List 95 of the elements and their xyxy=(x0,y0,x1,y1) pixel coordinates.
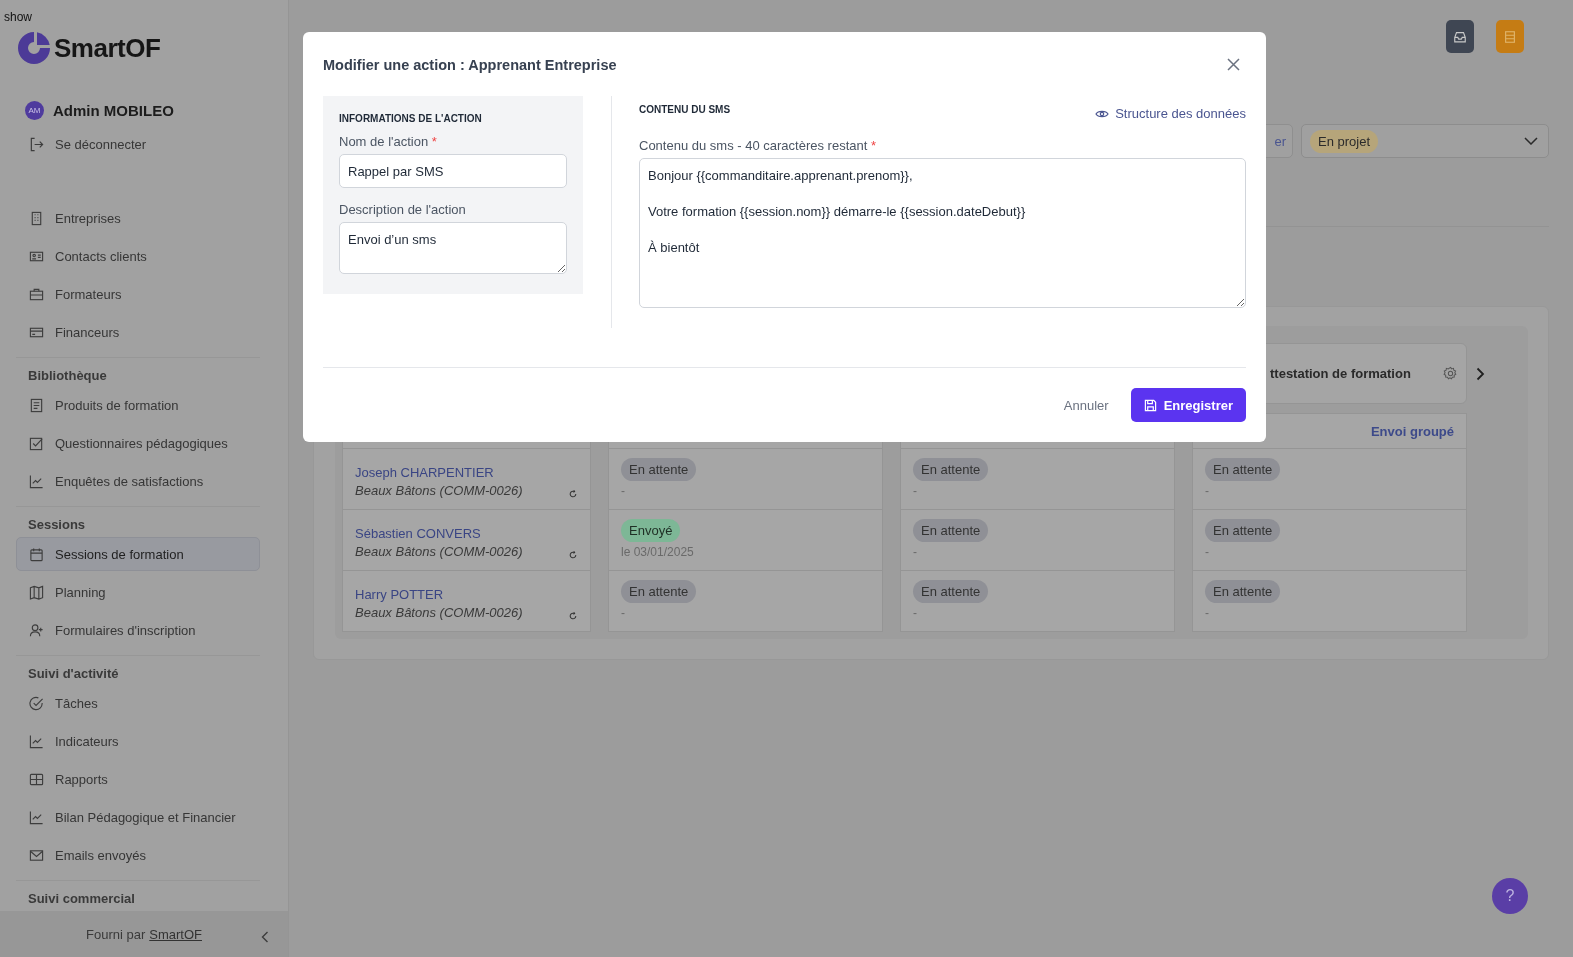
status-badge: Envoyé xyxy=(621,519,681,542)
status-date: - xyxy=(621,484,625,498)
data-structure-link[interactable]: Structure des données xyxy=(1095,106,1246,121)
nav-item[interactable]: Formulaires d'inscription xyxy=(16,613,260,647)
list-icon xyxy=(1503,29,1517,44)
mail-icon xyxy=(29,847,44,863)
company-name: Beaux Bâtons (COMM-0026) xyxy=(355,544,523,559)
group-send-link[interactable]: Envoi groupé xyxy=(1370,423,1454,439)
nav-item[interactable]: Emails envoyés xyxy=(16,838,260,872)
logout-icon xyxy=(29,136,44,152)
eye-icon xyxy=(1095,108,1110,119)
status-badge: En attente xyxy=(913,458,989,481)
status-badge: En projet xyxy=(1310,129,1379,153)
briefcase-icon xyxy=(29,286,44,302)
cancel-button[interactable]: Annuler xyxy=(1057,388,1115,422)
save-button[interactable]: Enregistrer xyxy=(1130,388,1246,422)
refresh-icon[interactable] xyxy=(569,551,577,559)
user-avatar: AM xyxy=(25,101,44,120)
company-name: Beaux Bâtons (COMM-0026) xyxy=(355,483,523,498)
inbox-icon xyxy=(1453,29,1467,44)
company-name: Beaux Bâtons (COMM-0026) xyxy=(355,605,523,620)
chevron-right-icon[interactable] xyxy=(1476,367,1485,381)
status-badge: En attente xyxy=(1205,458,1281,481)
inbox-button[interactable] xyxy=(1446,20,1474,53)
sms-content-field[interactable]: Bonjour {{commanditaire.apprenant.prenom}}, Votre formation {{session.nom}} démarre-le {{session.dateDebut}} À bientôt xyxy=(639,158,1246,308)
footer-link[interactable]: SmartOF xyxy=(149,926,202,942)
document-icon xyxy=(29,397,44,413)
column-title: ttestation de formation xyxy=(1270,366,1411,381)
section-title: Suivi d'activité xyxy=(27,665,120,683)
logout-link[interactable]: Se déconnecter xyxy=(16,127,260,161)
status-date: - xyxy=(1205,484,1209,498)
nav-item[interactable]: Planning xyxy=(16,575,260,609)
nav-item[interactable]: Formateurs xyxy=(16,277,260,311)
nav-item[interactable]: Financeurs xyxy=(16,315,260,349)
close-icon[interactable] xyxy=(1227,57,1240,71)
nav-item[interactable]: Enquêtes de satisfactions xyxy=(16,464,260,498)
nav-item[interactable]: Tâches xyxy=(16,686,260,720)
nav-item[interactable]: Rapports xyxy=(16,762,260,796)
check-circle-icon xyxy=(29,695,44,711)
refresh-icon[interactable] xyxy=(569,490,577,498)
building-icon xyxy=(29,210,44,226)
status-date: - xyxy=(913,545,917,559)
status-select[interactable]: En projet xyxy=(1301,124,1549,158)
refresh-icon[interactable] xyxy=(569,612,577,620)
user-name: Admin MOBILEO xyxy=(53,102,174,119)
chevron-left-icon[interactable] xyxy=(260,930,270,944)
field-label: Contenu du sms - 40 caractères restant * xyxy=(639,138,877,153)
input-field[interactable]: Rappel par SMS xyxy=(339,154,567,188)
description-field[interactable]: Envoi d’un sms xyxy=(339,222,567,274)
field-label: Description de l'action xyxy=(339,202,467,217)
map-icon xyxy=(29,584,44,600)
section-heading: CONTENU DU SMS xyxy=(639,104,731,115)
status-date: - xyxy=(621,606,625,620)
save-icon xyxy=(1143,398,1157,412)
section-title: Suivi commercial xyxy=(27,890,136,908)
learner-link[interactable]: Joseph CHARPENTIER xyxy=(355,465,494,480)
table-icon xyxy=(29,771,44,787)
chart-icon xyxy=(29,733,44,749)
brand-name: SmartOF xyxy=(54,32,161,64)
settings-icon[interactable] xyxy=(1443,366,1458,381)
section-title: Bibliothèque xyxy=(27,367,108,385)
status-badge: En attente xyxy=(621,580,697,603)
nav-item[interactable]: Indicateurs xyxy=(16,724,260,758)
status-date: - xyxy=(913,606,917,620)
logo-icon xyxy=(16,30,52,66)
nav-item[interactable]: Bilan Pédagogique et Financier xyxy=(16,800,260,834)
chevron-down-icon xyxy=(1524,137,1538,145)
footer-text: Fourni par xyxy=(86,926,146,942)
status-date: le 03/01/2025 xyxy=(621,545,694,559)
status-badge: En attente xyxy=(913,580,989,603)
user-add-icon xyxy=(29,622,44,638)
chart-icon xyxy=(29,809,44,825)
help-button[interactable]: ? xyxy=(1492,878,1528,914)
panel-heading: INFORMATIONS DE L'ACTION xyxy=(339,113,483,124)
chart-icon xyxy=(29,473,44,489)
status-badge: En attente xyxy=(913,519,989,542)
calendar-icon xyxy=(29,546,44,562)
nav-item[interactable]: Questionnaires pédagogiques xyxy=(16,426,260,460)
status-date: - xyxy=(1205,606,1209,620)
status-badge: En attente xyxy=(1205,519,1281,542)
debug-label: show xyxy=(4,10,32,24)
dialog-title: Modifier une action : Apprenant Entreprise xyxy=(323,56,617,73)
status-badge: En attente xyxy=(1205,580,1281,603)
learner-link[interactable]: Sébastien CONVERS xyxy=(355,526,481,541)
nav-item[interactable]: Entreprises xyxy=(16,201,260,235)
field-label: Nom de l'action * xyxy=(339,134,438,149)
section-title: Sessions xyxy=(27,516,87,534)
status-date: - xyxy=(1205,545,1209,559)
nav-item[interactable]: Contacts clients xyxy=(16,239,260,273)
status-badge: En attente xyxy=(621,458,697,481)
learner-link[interactable]: Harry POTTER xyxy=(355,587,444,602)
checkbox-icon xyxy=(29,435,44,451)
nav-item[interactable]: Sessions de formation xyxy=(16,537,260,571)
nav-item[interactable]: Produits de formation xyxy=(16,388,260,422)
status-date: - xyxy=(913,484,917,498)
